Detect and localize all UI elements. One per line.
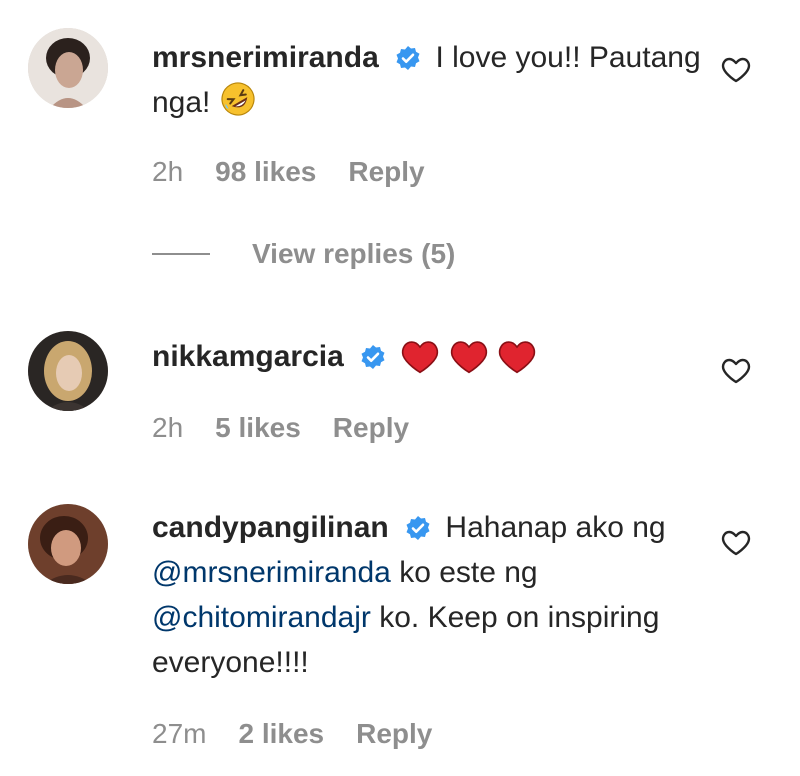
username[interactable]: mrsnerimiranda xyxy=(152,41,379,74)
comment-text: Hahanap ako ng xyxy=(445,511,666,544)
likes-count[interactable]: 5 likes xyxy=(215,412,301,444)
rolling-on-floor-laughing-emoji-icon xyxy=(221,82,255,116)
reply-button[interactable]: Reply xyxy=(348,156,424,188)
comment-timestamp[interactable]: 27m xyxy=(152,718,206,750)
comment-body: nikkamgarcia xyxy=(152,334,710,387)
avatar-image xyxy=(28,331,108,411)
likes-count[interactable]: 98 likes xyxy=(215,156,316,188)
divider-line xyxy=(152,253,210,255)
verified-badge-icon xyxy=(396,46,420,70)
comment-body: candypangilinan Hahanap ako ng @mrsnerim… xyxy=(152,505,710,685)
heart-emojis xyxy=(400,338,537,387)
verified-badge-icon xyxy=(361,345,385,369)
like-heart-icon[interactable] xyxy=(720,354,752,386)
like-heart-icon[interactable] xyxy=(720,526,752,558)
comment-timestamp[interactable]: 2h xyxy=(152,156,183,188)
comment-body: mrsnerimiranda I love you!! Pautang nga! xyxy=(152,35,710,125)
comment-meta: 2h 5 likes Reply xyxy=(152,412,409,444)
reply-button[interactable]: Reply xyxy=(356,718,432,750)
red-heart-emoji-icon xyxy=(450,341,487,374)
reply-button[interactable]: Reply xyxy=(333,412,409,444)
comment-meta: 27m 2 likes Reply xyxy=(152,718,432,750)
mention-link[interactable]: @mrsnerimiranda xyxy=(152,556,391,589)
likes-count[interactable]: 2 likes xyxy=(238,718,324,750)
avatar[interactable] xyxy=(28,28,108,108)
username[interactable]: candypangilinan xyxy=(152,511,389,544)
red-heart-emoji-icon xyxy=(499,341,536,374)
like-heart-icon[interactable] xyxy=(720,53,752,85)
view-replies-button[interactable]: View replies (5) xyxy=(152,238,455,270)
avatar[interactable] xyxy=(28,504,108,584)
username[interactable]: nikkamgarcia xyxy=(152,340,344,373)
comment-meta: 2h 98 likes Reply xyxy=(152,156,425,188)
comment-timestamp[interactable]: 2h xyxy=(152,412,183,444)
avatar[interactable] xyxy=(28,331,108,411)
view-replies-label: View replies (5) xyxy=(252,238,456,269)
comment-text: ko este ng xyxy=(399,556,538,589)
mention-link[interactable]: @chitomirandajr xyxy=(152,601,371,634)
verified-badge-icon xyxy=(406,516,430,540)
red-heart-emoji-icon xyxy=(402,341,439,374)
avatar-image xyxy=(28,504,108,584)
avatar-image xyxy=(28,28,108,108)
